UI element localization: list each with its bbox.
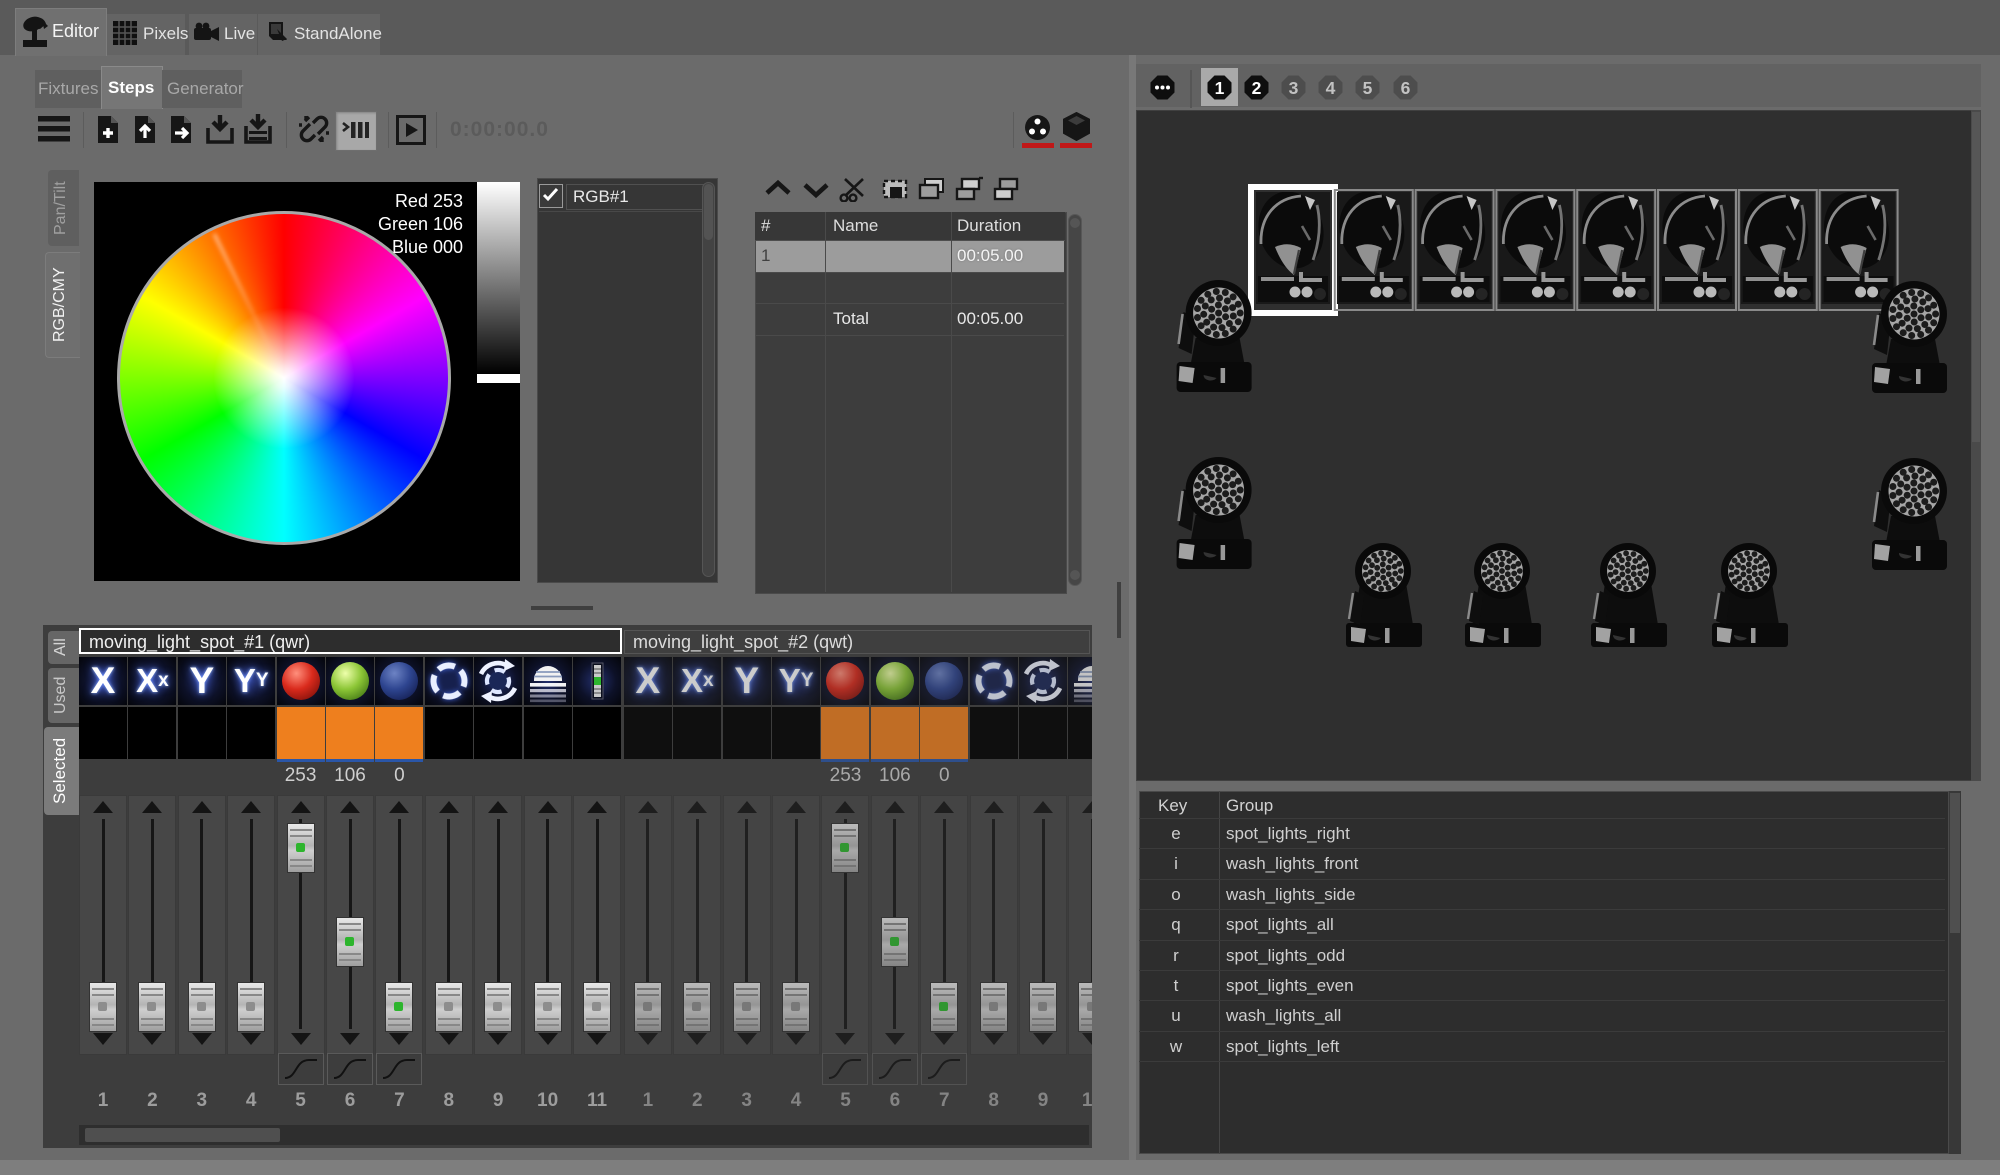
svg-text:5: 5 (1363, 78, 1373, 98)
svg-text:1: 1 (1215, 78, 1225, 98)
svg-text:2: 2 (1252, 78, 1262, 98)
svg-text:6: 6 (1400, 78, 1410, 98)
svg-text:4: 4 (1326, 78, 1336, 98)
svg-text:3: 3 (1289, 78, 1299, 98)
